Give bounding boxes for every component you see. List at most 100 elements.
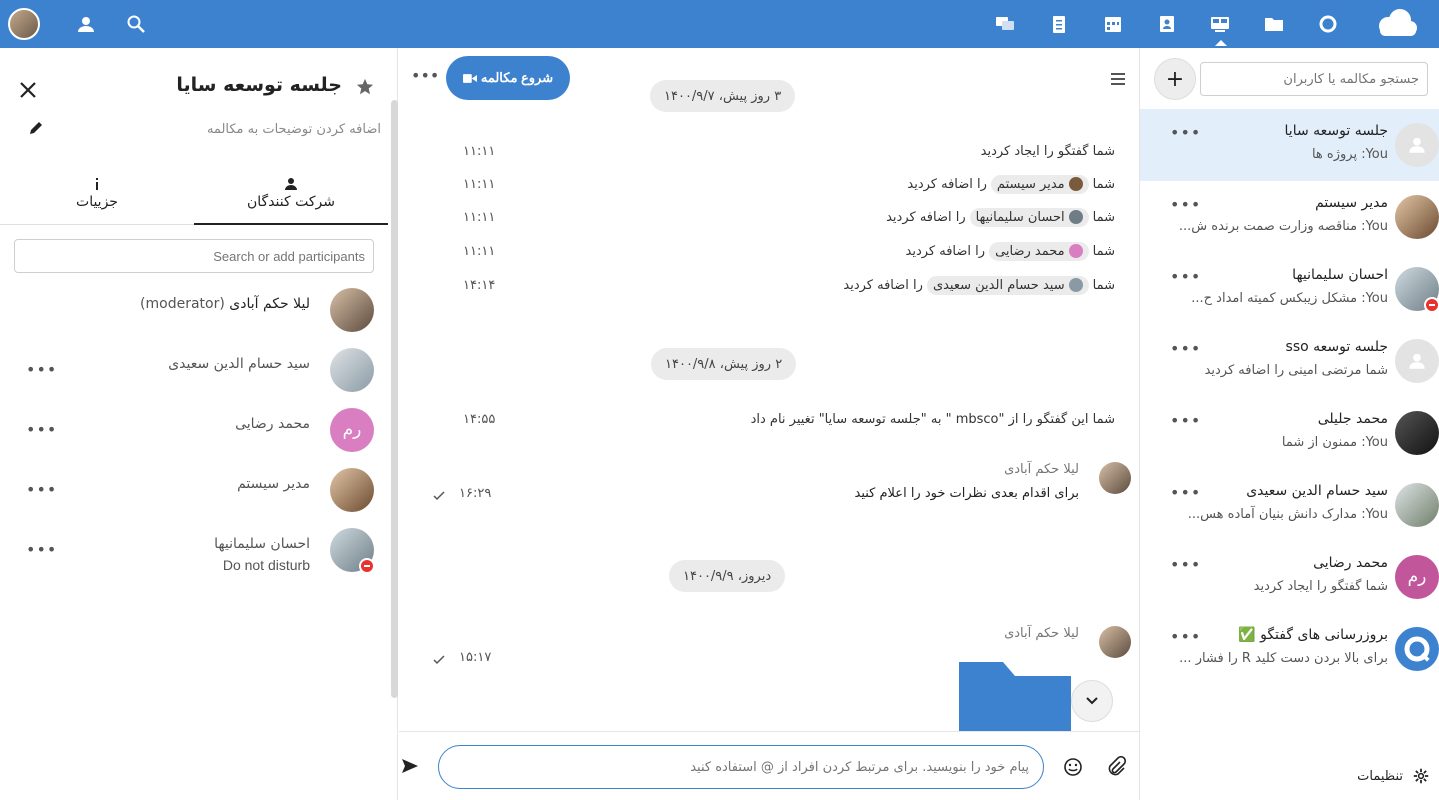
close-icon[interactable] <box>18 80 38 100</box>
more-options-icon[interactable]: ••• <box>26 420 57 439</box>
conversation-name: محمد رضایی <box>1313 555 1388 571</box>
conversation-item[interactable]: بروزرسانی های گفتگو ✅ برای بالا بردن دست… <box>1140 613 1439 685</box>
date-separator: دیروز، ۱۴۰۰/۹/۹ <box>669 560 786 592</box>
message-time: ۱۱:۱۱ <box>463 177 496 192</box>
avatar <box>1068 278 1083 292</box>
gear-icon <box>1413 768 1429 784</box>
top-bar <box>0 0 1439 48</box>
tab-details-label: جزییات <box>76 194 118 210</box>
tab-participants[interactable]: شرکت کنندگان <box>194 172 388 225</box>
talk-icon[interactable] <box>985 0 1025 48</box>
conversation-title: جلسه توسعه سایا <box>176 74 342 96</box>
participant-row[interactable]: سید حسام الدین سعیدی ••• <box>0 348 388 408</box>
conversation-name: جلسه توسعه sso <box>1285 339 1388 355</box>
participant-row[interactable]: لیلا حکم آبادی (moderator) <box>0 288 388 348</box>
description-placeholder[interactable]: اضافه کردن توضیحات به مکالمه <box>207 122 381 137</box>
paperclip-icon[interactable] <box>1105 756 1127 778</box>
user-avatar[interactable] <box>8 8 40 40</box>
more-options-icon[interactable]: ••• <box>1170 483 1201 502</box>
cloud-logo[interactable] <box>1372 8 1422 40</box>
user-mention: مدیر سیستم <box>990 174 1089 194</box>
conversation-item[interactable]: جلسه توسعه سایا You: پروژه ها ••• <box>1140 109 1439 181</box>
avatar <box>1395 411 1439 455</box>
start-call-label: شروع مکالمه <box>480 70 554 85</box>
date-separator: ۲ روز پیش، ۱۴۰۰/۹/۸ <box>651 348 797 380</box>
more-options-icon[interactable]: ••• <box>26 480 57 499</box>
info-icon <box>96 178 98 190</box>
chevron-down-icon <box>1086 697 1098 705</box>
avatar <box>1099 626 1131 658</box>
check-icon <box>433 655 445 665</box>
message-time: ۱۵:۱۷ <box>459 650 492 665</box>
do-not-disturb-icon <box>359 558 375 574</box>
message-time: ۱۱:۱۱ <box>463 210 496 225</box>
circles-icon[interactable] <box>1308 0 1348 48</box>
more-options-icon[interactable]: ••• <box>411 66 439 85</box>
more-options-icon[interactable]: ••• <box>1170 123 1201 142</box>
conversation-name: احسان سلیمانیها <box>1292 267 1388 283</box>
more-options-icon[interactable]: ••• <box>1170 627 1201 646</box>
menu-icon[interactable] <box>1111 72 1125 86</box>
message-time: ۱۴:۱۴ <box>463 278 496 293</box>
video-icon <box>462 73 477 83</box>
avatar <box>330 348 374 392</box>
participant-name: احسان سلیمانیها <box>214 536 310 552</box>
system-message: شما احسان سلیمانیها را اضافه کردید <box>886 207 1115 227</box>
message-composer <box>399 731 1139 800</box>
more-options-icon[interactable]: ••• <box>1170 555 1201 574</box>
participant-name: سید حسام الدین سعیدی <box>168 356 310 372</box>
avatar <box>1395 627 1439 671</box>
avatar <box>1395 339 1439 383</box>
group-icon <box>1409 353 1425 369</box>
avatar: رم <box>1395 555 1439 599</box>
new-conversation-button[interactable]: + <box>1154 58 1196 100</box>
scrollbar[interactable] <box>391 100 398 698</box>
participant-row[interactable]: احسان سلیمانیها Do not disturb ••• <box>0 528 388 588</box>
date-separator: ۳ روز پیش، ۱۴۰۰/۹/۷ <box>650 80 796 112</box>
folder-icon[interactable] <box>959 662 1071 732</box>
emoji-icon[interactable] <box>1063 757 1083 777</box>
more-options-icon[interactable]: ••• <box>1170 195 1201 214</box>
contacts-icon[interactable] <box>66 0 106 48</box>
tasks-icon[interactable] <box>1039 0 1079 48</box>
conversation-name: مدیر سیستم <box>1315 195 1388 211</box>
message-author: لیلا حکم آبادی <box>1004 462 1079 477</box>
user-mention: سید حسام الدین سعیدی <box>926 275 1089 295</box>
start-call-button[interactable]: شروع مکالمه <box>446 56 570 100</box>
conversation-search-input[interactable] <box>1200 62 1428 96</box>
conversation-item[interactable]: سید حسام الدین سعیدی You: مدارک دانش بنی… <box>1140 469 1439 541</box>
tab-details[interactable]: جزییات <box>0 172 194 225</box>
scroll-down-button[interactable] <box>1071 680 1113 722</box>
conversation-item[interactable]: احسان سلیمانیها You: مشکل زیبکس کمیته ام… <box>1140 253 1439 325</box>
participant-status: Do not disturb <box>222 557 310 573</box>
calendar-icon[interactable] <box>1093 0 1133 48</box>
conversation-item[interactable]: محمد جلیلی You: ممنون از شما ••• <box>1140 397 1439 469</box>
conversation-last-message: You: مناقصه وزارت صمت برنده ش... <box>1178 219 1388 234</box>
conversation-item[interactable]: مدیر سیستم You: مناقصه وزارت صمت برنده ش… <box>1140 181 1439 253</box>
conversation-item[interactable]: جلسه توسعه sso شما مرتضی امینی را اضافه … <box>1140 325 1439 397</box>
files-icon[interactable] <box>1254 0 1294 48</box>
participant-row[interactable]: مدیر سیستم ••• <box>0 468 388 528</box>
conversation-last-message: شما مرتضی امینی را اضافه کردید <box>1204 363 1388 378</box>
search-icon[interactable] <box>116 0 156 48</box>
message-time: ۱۱:۱۱ <box>463 244 496 259</box>
settings-label: تنظیمات <box>1357 768 1403 784</box>
participant-search-input[interactable] <box>14 239 374 273</box>
message-author: لیلا حکم آبادی <box>1004 626 1079 641</box>
more-options-icon[interactable]: ••• <box>1170 339 1201 358</box>
edit-icon[interactable] <box>28 120 44 136</box>
more-options-icon[interactable]: ••• <box>1170 411 1201 430</box>
star-icon[interactable] <box>356 78 374 96</box>
participant-row[interactable]: رم محمد رضایی ••• <box>0 408 388 468</box>
settings-button[interactable]: تنظیمات <box>1357 768 1429 784</box>
more-options-icon[interactable]: ••• <box>1170 267 1201 286</box>
message-input[interactable] <box>438 745 1044 789</box>
message-time: ۱۶:۲۹ <box>459 486 492 501</box>
more-options-icon[interactable]: ••• <box>26 540 57 559</box>
conversation-item[interactable]: رم محمد رضایی شما گفتگو را ایجاد کردید •… <box>1140 541 1439 613</box>
avatar <box>330 288 374 332</box>
more-options-icon[interactable]: ••• <box>26 360 57 379</box>
send-icon[interactable] <box>401 757 419 775</box>
contacts-app-icon[interactable] <box>1147 0 1187 48</box>
avatar <box>1099 462 1131 494</box>
